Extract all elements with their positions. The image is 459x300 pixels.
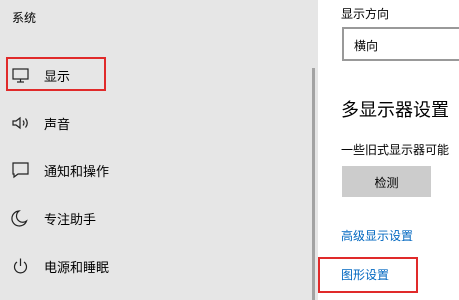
power-icon <box>10 255 32 277</box>
notification-icon <box>10 159 32 181</box>
sidebar-item-power[interactable]: 电源和睡眠 <box>0 244 312 288</box>
sidebar-item-label: 通知和操作 <box>44 165 110 180</box>
sidebar-item-focus-assist[interactable]: 专注助手 <box>0 196 312 240</box>
orientation-label: 显示方向 <box>341 7 390 21</box>
settings-content: 显示方向 横向 多显示器设置 一些旧式显示器可能 检测 高级显示设置 图形设置 <box>318 0 459 300</box>
legacy-display-text: 一些旧式显示器可能 <box>341 143 450 157</box>
sidebar-item-display[interactable]: 显示 <box>0 53 312 97</box>
sidebar-item-notifications[interactable]: 通知和操作 <box>0 148 312 192</box>
sidebar-scrollbar[interactable] <box>312 68 315 300</box>
sidebar: 系统 显示 声音 通知和操作 专注助手 电源和睡眠 <box>0 0 318 300</box>
orientation-value: 横向 <box>354 39 379 53</box>
sidebar-item-label: 电源和睡眠 <box>44 261 110 276</box>
orientation-dropdown[interactable]: 横向 <box>342 27 459 61</box>
sidebar-item-sound[interactable]: 声音 <box>0 101 312 145</box>
graphics-settings-link[interactable]: 图形设置 <box>341 266 389 283</box>
detect-button-label: 检测 <box>374 176 399 190</box>
advanced-display-settings-link[interactable]: 高级显示设置 <box>341 227 413 244</box>
monitor-icon <box>10 64 32 86</box>
moon-icon <box>10 207 32 229</box>
sidebar-item-label: 显示 <box>44 70 71 85</box>
multi-display-heading: 多显示器设置 <box>341 100 449 121</box>
detect-button[interactable]: 检测 <box>342 166 431 197</box>
speaker-icon <box>10 112 32 134</box>
sidebar-item-label: 专注助手 <box>44 213 97 228</box>
sidebar-item-label: 声音 <box>44 118 71 133</box>
sidebar-title: 系统 <box>12 11 37 25</box>
